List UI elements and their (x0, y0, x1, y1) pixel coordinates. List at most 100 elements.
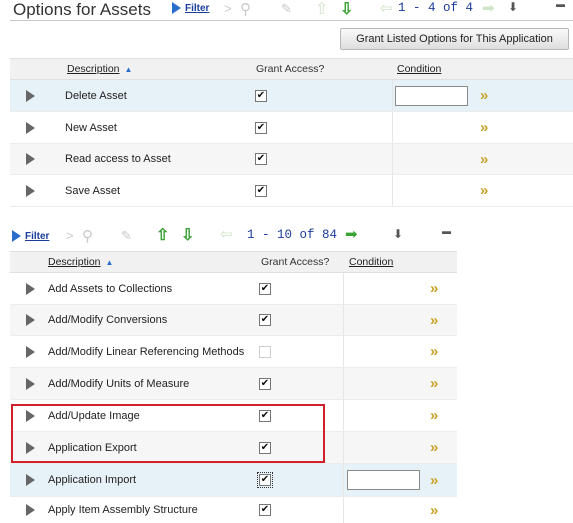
row-description: Delete Asset (65, 89, 127, 102)
column-divider (343, 336, 344, 367)
table-row[interactable]: Read access to Asset ✔ » (10, 144, 573, 175)
sort-ascending-icon: ▲ (124, 64, 133, 74)
grant-access-checkbox[interactable] (259, 345, 271, 358)
pager-status: 1 - 4 of 4 (398, 1, 474, 15)
condition-header-label[interactable]: Condition (349, 256, 393, 268)
column-divider (392, 112, 393, 143)
table-row[interactable]: Add/Modify Units of Measure ✔ » (10, 368, 457, 400)
description-column-header[interactable]: Description ▲ (67, 59, 132, 79)
condition-lookup-icon[interactable]: » (480, 144, 488, 174)
column-divider (392, 175, 393, 206)
row-description: Add/Modify Linear Referencing Methods (48, 345, 245, 358)
column-divider (343, 400, 344, 431)
pencil-icon: ✎ (121, 228, 132, 243)
next-page-icon[interactable]: ➡ (345, 225, 358, 243)
condition-input[interactable] (347, 470, 420, 490)
filter-toggle[interactable]: Filter (172, 2, 209, 14)
description-header-label[interactable]: Description (48, 256, 101, 268)
expand-row-icon[interactable] (26, 377, 35, 390)
grant-access-checkbox[interactable]: ✔ (255, 121, 267, 134)
column-divider (343, 368, 344, 399)
table-row[interactable]: Apply Item Assembly Structure ✔ » (10, 497, 457, 523)
condition-lookup-icon[interactable]: » (430, 497, 438, 523)
chevron-right-icon: > (224, 1, 232, 16)
grant-access-checkbox[interactable]: ✔ (259, 282, 271, 295)
filter-toggle[interactable]: Filter (12, 230, 49, 242)
condition-input[interactable] (395, 85, 468, 106)
grant-access-checkbox[interactable]: ✔ (259, 377, 271, 390)
condition-column-header[interactable]: Condition (397, 59, 441, 79)
column-divider (392, 80, 393, 111)
table-row[interactable]: Add Assets to Collections ✔ » (10, 273, 457, 305)
download-icon[interactable]: ⬇ (393, 227, 403, 241)
grant-access-checkbox[interactable]: ✔ (255, 89, 267, 102)
condition-lookup-icon[interactable]: » (480, 112, 488, 143)
expand-row-icon[interactable] (26, 121, 35, 134)
column-divider (343, 432, 344, 463)
expand-row-icon[interactable] (26, 184, 35, 197)
description-header-label[interactable]: Description (67, 63, 120, 75)
table-header: Description ▲ Grant Access? Condition (10, 251, 457, 273)
row-description: Application Import (48, 474, 137, 486)
section-divider (10, 20, 573, 21)
grant-access-checkbox[interactable]: ✔ (259, 314, 271, 326)
column-divider (343, 497, 344, 523)
minimize-icon[interactable]: ▬ (556, 0, 565, 9)
row-description: Apply Item Assembly Structure (48, 504, 198, 516)
expand-row-icon[interactable] (26, 89, 35, 102)
filter-link[interactable]: Filter (185, 3, 209, 14)
pager-status: 1 - 10 of 84 (247, 228, 338, 242)
condition-lookup-icon[interactable]: » (480, 175, 488, 206)
condition-column-header[interactable]: Condition (349, 252, 393, 272)
grant-access-checkbox[interactable]: ✔ (259, 504, 271, 516)
table-row[interactable]: Add/Modify Conversions ✔ » (10, 305, 457, 336)
arrow-up-icon[interactable]: ⇧ (156, 225, 169, 245)
table-row[interactable]: New Asset ✔ » (10, 112, 573, 144)
grant-access-checkbox[interactable]: ✔ (255, 184, 267, 197)
download-icon[interactable]: ⬇ (508, 0, 518, 14)
condition-lookup-icon[interactable]: » (430, 273, 438, 304)
row-description: Add/Modify Units of Measure (48, 377, 190, 390)
row-description: Read access to Asset (65, 153, 171, 165)
previous-page-icon: ⇦ (220, 226, 233, 243)
expand-row-icon[interactable] (26, 153, 35, 165)
condition-lookup-icon[interactable]: » (430, 368, 438, 399)
expand-row-icon[interactable] (26, 474, 35, 486)
grant-listed-options-button[interactable]: Grant Listed Options for This Applicatio… (340, 28, 569, 50)
column-divider (392, 144, 393, 174)
arrow-down-icon[interactable]: ⇩ (181, 225, 194, 245)
condition-lookup-icon[interactable]: » (430, 464, 438, 496)
row-description: Add/Modify Conversions (48, 314, 168, 326)
condition-header-label[interactable]: Condition (397, 63, 441, 75)
condition-lookup-icon[interactable]: » (430, 432, 438, 463)
condition-lookup-icon[interactable]: » (430, 336, 438, 367)
filter-link[interactable]: Filter (25, 231, 49, 242)
minimize-icon[interactable]: ▬ (442, 226, 451, 236)
table-row[interactable]: Save Asset ✔ » (10, 175, 573, 207)
table-row[interactable]: Application Import ✔ » (10, 464, 457, 497)
search-icon: ⚲ (240, 1, 251, 18)
column-divider (343, 273, 344, 304)
description-column-header[interactable]: Description ▲ (48, 252, 113, 272)
grant-access-column-header: Grant Access? (256, 63, 325, 75)
highlight-box (11, 404, 325, 463)
expand-triangle-icon (12, 230, 21, 242)
arrow-down-icon[interactable]: ⇩ (340, 0, 353, 19)
expand-triangle-icon (172, 2, 181, 14)
arrow-up-icon: ⇧ (315, 1, 329, 18)
column-divider (343, 305, 344, 335)
sort-ascending-icon: ▲ (105, 257, 114, 267)
expand-row-icon[interactable] (26, 504, 35, 516)
grant-access-checkbox[interactable]: ✔ (255, 153, 267, 165)
table-row[interactable]: Add/Modify Linear Referencing Methods » (10, 336, 457, 368)
condition-lookup-icon[interactable]: » (480, 80, 488, 111)
condition-lookup-icon[interactable]: » (430, 305, 438, 335)
expand-row-icon[interactable] (26, 282, 35, 295)
expand-row-icon[interactable] (26, 345, 35, 358)
row-description: Add Assets to Collections (48, 282, 173, 295)
expand-row-icon[interactable] (26, 314, 35, 326)
table-row[interactable]: Delete Asset ✔ » (10, 80, 573, 112)
grant-access-checkbox[interactable]: ✔ (257, 472, 273, 488)
grant-access-column-header: Grant Access? (261, 256, 330, 268)
condition-lookup-icon[interactable]: » (430, 400, 438, 431)
